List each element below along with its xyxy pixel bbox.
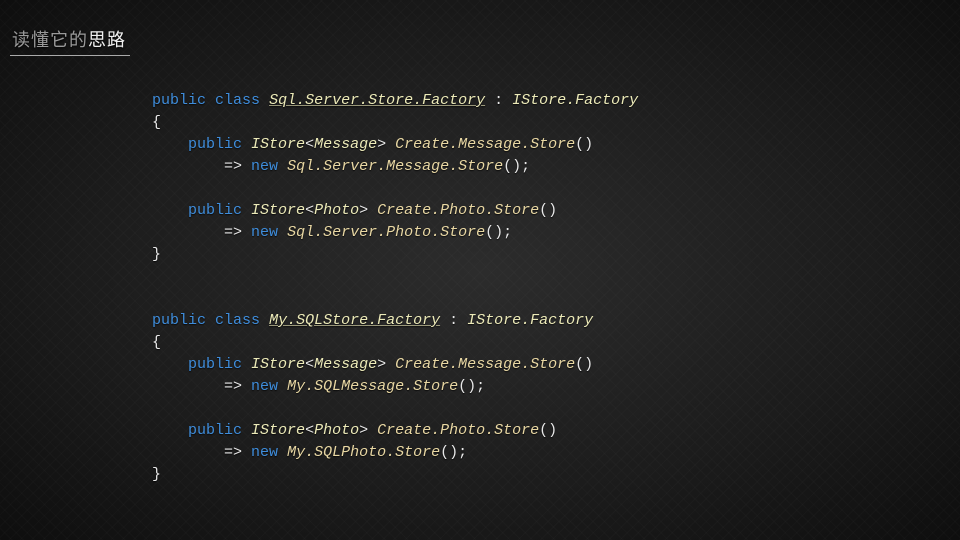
kw-new: new (251, 378, 278, 395)
parens: () (575, 136, 593, 153)
semi: ; (521, 158, 530, 175)
gt: > (359, 202, 368, 219)
arrow: => (224, 444, 242, 461)
title-emphasis: 思路 (88, 30, 126, 50)
impl: My.SQLPhoto.Store (287, 444, 440, 461)
kw-public: public (152, 92, 206, 109)
method: Create.Message.Store (395, 356, 575, 373)
kw-new: new (251, 224, 278, 241)
kw-public: public (188, 422, 242, 439)
type-istore: IStore (251, 422, 305, 439)
lt: < (305, 136, 314, 153)
semi: ; (476, 378, 485, 395)
brace: } (152, 246, 161, 263)
lt: < (305, 356, 314, 373)
method: Create.Message.Store (395, 136, 575, 153)
colon: : (440, 312, 467, 329)
kw-class: class (215, 92, 260, 109)
method: Create.Photo.Store (377, 422, 539, 439)
brace: { (152, 334, 161, 351)
title-prefix: 读懂它的 (12, 30, 88, 50)
semi: ; (503, 224, 512, 241)
impl: Sql.Server.Photo.Store (287, 224, 485, 241)
gt: > (377, 136, 386, 153)
type-msg: Message (314, 356, 377, 373)
type-photo: Photo (314, 422, 359, 439)
kw-public: public (188, 356, 242, 373)
brace: { (152, 114, 161, 131)
colon: : (485, 92, 512, 109)
parens: () (539, 202, 557, 219)
parens: () (485, 224, 503, 241)
slide-title: 读懂它的思路 (10, 26, 130, 56)
slide: 读懂它的思路 public class Sql.Server.Store.Fac… (0, 0, 960, 540)
parens: () (539, 422, 557, 439)
parens: () (458, 378, 476, 395)
impl: My.SQLMessage.Store (287, 378, 458, 395)
iface: IStore.Factory (512, 92, 638, 109)
arrow: => (224, 158, 242, 175)
arrow: => (224, 224, 242, 241)
arrow: => (224, 378, 242, 395)
lt: < (305, 422, 314, 439)
kw-class: class (215, 312, 260, 329)
type-istore: IStore (251, 356, 305, 373)
iface: IStore.Factory (467, 312, 593, 329)
semi: ; (458, 444, 467, 461)
parens: () (440, 444, 458, 461)
type-istore: IStore (251, 202, 305, 219)
type-msg: Message (314, 136, 377, 153)
parens: () (575, 356, 593, 373)
impl: Sql.Server.Message.Store (287, 158, 503, 175)
gt: > (359, 422, 368, 439)
code-block: public class Sql.Server.Store.Factory : … (152, 90, 638, 486)
gt: > (377, 356, 386, 373)
class-name-1: Sql.Server.Store.Factory (269, 92, 485, 109)
kw-new: new (251, 444, 278, 461)
type-istore: IStore (251, 136, 305, 153)
parens: () (503, 158, 521, 175)
class-name-2: My.SQLStore.Factory (269, 312, 440, 329)
kw-new: new (251, 158, 278, 175)
type-photo: Photo (314, 202, 359, 219)
kw-public: public (188, 136, 242, 153)
brace: } (152, 466, 161, 483)
lt: < (305, 202, 314, 219)
kw-public: public (188, 202, 242, 219)
method: Create.Photo.Store (377, 202, 539, 219)
kw-public: public (152, 312, 206, 329)
